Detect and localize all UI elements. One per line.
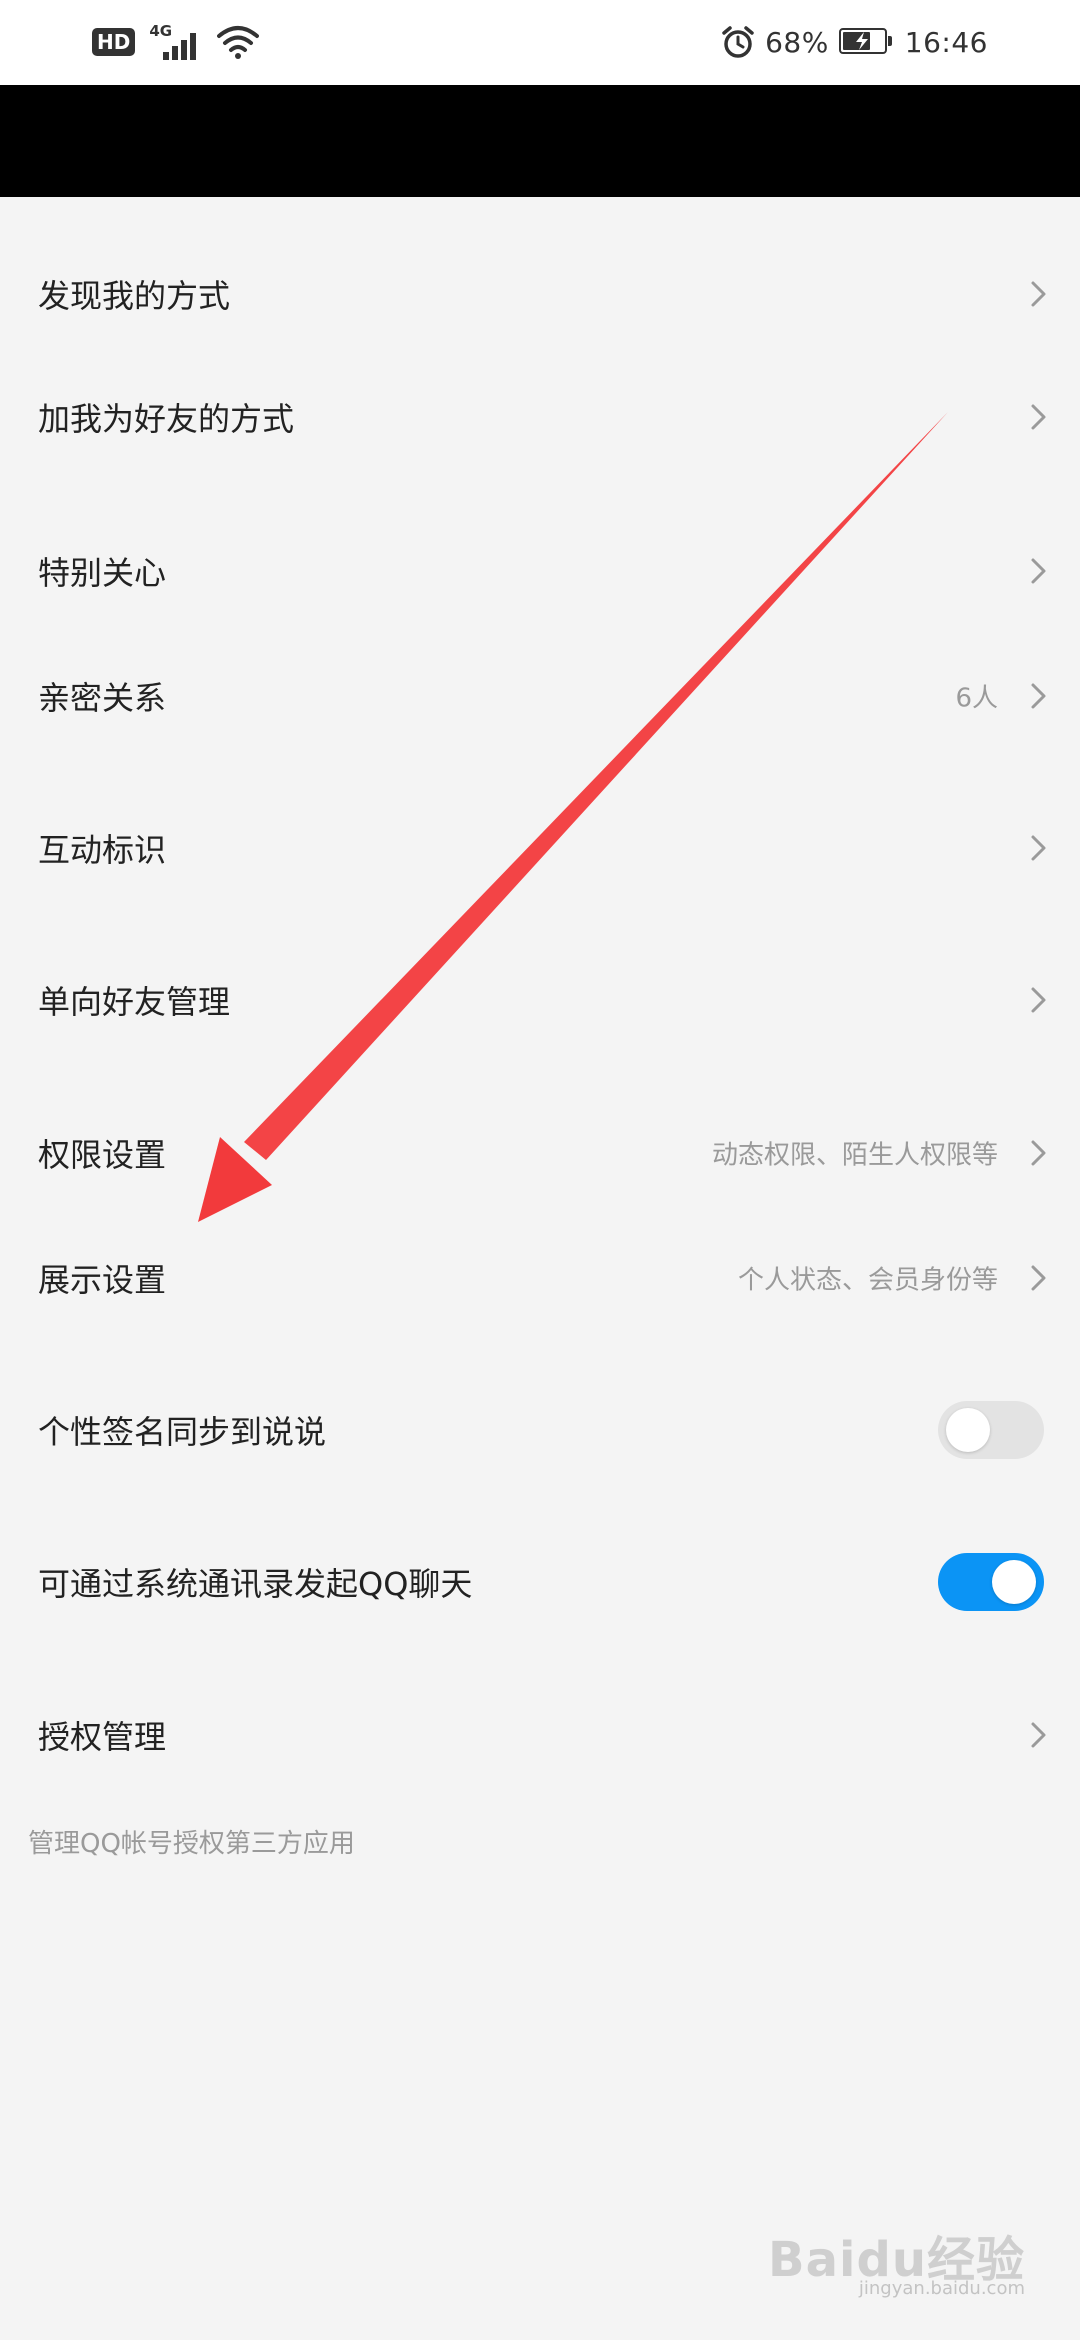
settings-row-contacts-qq-chat: 可通过系统通讯录发起QQ聊天 [0,1522,1080,1642]
row-label: 亲密关系 [38,679,167,717]
row-label: 个性签名同步到说说 [38,1413,327,1451]
battery-percent: 68% [765,25,829,59]
clock: 16:46 [904,25,988,59]
chevron-right-icon [1031,1140,1046,1166]
status-right: 68% 16:46 [721,22,988,62]
chevron-right-icon [1031,1265,1046,1291]
toggle-knob [992,1560,1036,1604]
settings-row-interaction-marks[interactable]: 互动标识 [0,788,1080,908]
row-label: 特别关心 [38,554,167,592]
chevron-right-icon [1031,1722,1046,1748]
settings-row-authorization[interactable]: 授权管理 [0,1675,1080,1795]
row-label: 发现我的方式 [38,277,231,315]
settings-row-special-care[interactable]: 特别关心 [0,511,1080,631]
row-label: 展示设置 [38,1261,167,1299]
baidu-watermark: Baidu经验 jingyan.baidu.com [768,2220,1025,2299]
row-label: 单向好友管理 [38,983,231,1021]
wifi-icon [217,26,260,59]
chevron-right-icon [1031,683,1046,709]
chevron-right-icon [1031,404,1046,430]
row-label: 加我为好友的方式 [38,400,295,438]
authorization-footnote: 管理QQ帐号授权第三方应用 [28,1829,355,1859]
signature-sync-toggle[interactable] [938,1401,1044,1459]
row-label: 权限设置 [38,1136,167,1174]
title-bar-redacted [0,85,1080,197]
row-label: 互动标识 [38,831,167,869]
settings-row-add-me-as-friend[interactable]: 加我为好友的方式 [0,357,1080,477]
settings-row-display[interactable]: 展示设置 个人状态、会员身份等 [0,1218,1080,1338]
watermark-site: jingyan.baidu.com [858,2278,1025,2299]
status-bar: HD 4G 68% 16:46 [0,0,1080,85]
row-value: 个人状态、会员身份等 [737,1265,998,1296]
settings-row-signature-sync: 个性签名同步到说说 [0,1370,1080,1490]
chevron-right-icon [1031,558,1046,584]
settings-row-discover-me[interactable]: 发现我的方式 [0,234,1080,354]
battery-charging-icon [838,28,895,56]
contacts-qq-chat-toggle[interactable] [938,1553,1044,1611]
settings-row-permissions[interactable]: 权限设置 动态权限、陌生人权限等 [0,1093,1080,1213]
row-label: 授权管理 [38,1718,167,1756]
settings-row-intimate-relations[interactable]: 亲密关系 6人 [0,636,1080,756]
chevron-right-icon [1031,835,1046,861]
alarm-icon [722,26,754,58]
network-type: 4G [149,22,173,40]
toggle-knob [946,1408,990,1452]
chevron-right-icon [1031,987,1046,1013]
row-label: 可通过系统通讯录发起QQ聊天 [38,1565,473,1603]
signal-icon: 4G [149,22,203,62]
settings-row-one-way-friends[interactable]: 单向好友管理 [0,940,1080,1060]
row-value: 动态权限、陌生人权限等 [711,1140,998,1171]
status-left: HD 4G [92,22,260,62]
chevron-right-icon [1031,281,1046,307]
hd-badge: HD [92,28,136,56]
row-value: 6人 [955,683,998,714]
